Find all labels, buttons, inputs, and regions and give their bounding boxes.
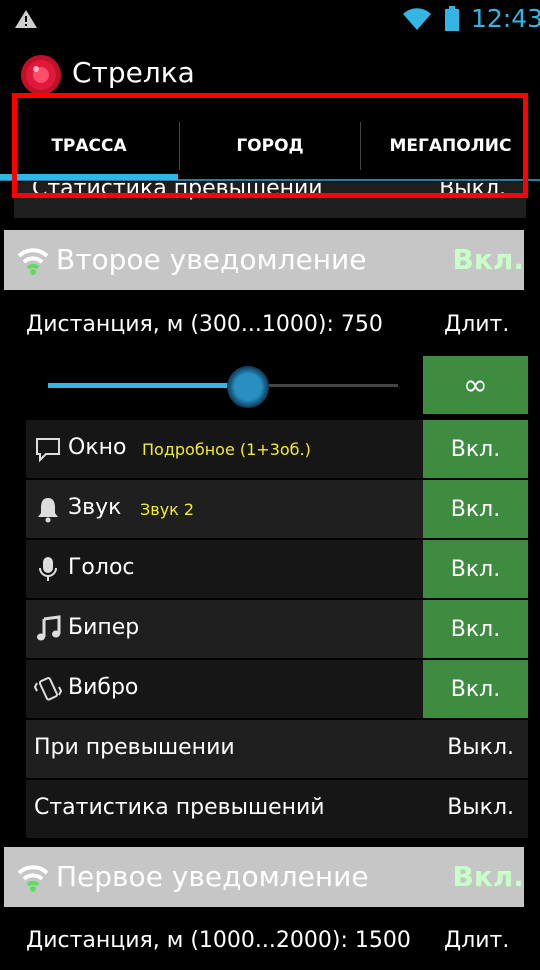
- option-detail: Подробное (1+3об.): [142, 440, 311, 459]
- warning-icon: [15, 10, 37, 28]
- option-row-voice[interactable]: Голос Вкл.: [26, 540, 528, 598]
- option-toggle[interactable]: Вкл.: [423, 420, 528, 478]
- option-detail: Звук 2: [140, 500, 195, 519]
- vibrate-icon: [34, 677, 62, 701]
- duration-label: Длит.: [444, 928, 510, 953]
- option-label: Звук: [68, 495, 122, 520]
- microphone-icon: [39, 557, 57, 581]
- option-toggle[interactable]: Вкл.: [423, 540, 528, 598]
- duration-button[interactable]: ∞: [423, 356, 528, 414]
- duration-label: Длит.: [444, 312, 510, 337]
- distance-row: Дистанция, м (1000...2000): 1500 Длит.: [0, 916, 540, 970]
- option-toggle[interactable]: Вкл.: [423, 600, 528, 658]
- distance-slider[interactable]: [48, 356, 398, 416]
- option-row-vibro[interactable]: Вибро Вкл.: [26, 660, 528, 718]
- wifi-icon: [403, 8, 431, 30]
- distance-row: Дистанция, м (300...1000): 750 Длит.: [0, 300, 540, 354]
- on-speeding-value[interactable]: Выкл.: [447, 735, 514, 760]
- option-label: Бипер: [68, 615, 140, 640]
- statistics-value[interactable]: Выкл.: [447, 795, 514, 820]
- option-label: Голос: [68, 555, 135, 580]
- signal-icon: [17, 248, 49, 275]
- option-toggle[interactable]: Вкл.: [423, 660, 528, 718]
- section-title: Первое уведомление: [56, 860, 369, 893]
- slider-fill: [48, 383, 248, 388]
- on-speeding-label: При превышении: [34, 735, 235, 760]
- distance-label: Дистанция, м (1000...2000): 1500: [26, 928, 411, 953]
- option-row-sound[interactable]: Звук Звук 2 Вкл.: [26, 480, 528, 538]
- statistics-label: Статистика превышений: [34, 795, 325, 820]
- option-label: Вибро: [68, 675, 139, 700]
- option-row-beeper[interactable]: Бипер Вкл.: [26, 600, 528, 658]
- section-title: Второе уведомление: [56, 243, 367, 276]
- option-toggle[interactable]: Вкл.: [423, 480, 528, 538]
- app-logo-icon[interactable]: [20, 54, 62, 96]
- option-row-window[interactable]: Окно Подробное (1+3об.) Вкл.: [26, 420, 528, 478]
- window-icon: [36, 438, 60, 463]
- battery-icon: [445, 6, 459, 31]
- bell-icon: [38, 498, 58, 523]
- app-title: Стрелка: [72, 56, 195, 89]
- option-label: Окно: [68, 435, 127, 460]
- tabs-highlight-box: [12, 93, 528, 198]
- status-bar: 12:43: [0, 0, 540, 38]
- section-state[interactable]: Вкл.: [453, 243, 525, 276]
- signal-icon: [17, 865, 49, 892]
- distance-label: Дистанция, м (300...1000): 750: [26, 312, 383, 337]
- section-state[interactable]: Вкл.: [453, 860, 525, 893]
- statistics-row[interactable]: Статистика превышений Выкл.: [26, 780, 528, 838]
- on-speeding-row[interactable]: При превышении Выкл.: [26, 720, 528, 778]
- second-notification-header[interactable]: Второе уведомление Вкл.: [4, 230, 524, 290]
- clock: 12:43: [471, 4, 540, 33]
- music-note-icon: [37, 615, 61, 641]
- slider-thumb[interactable]: [227, 366, 269, 408]
- first-notification-header[interactable]: Первое уведомление Вкл.: [4, 847, 524, 907]
